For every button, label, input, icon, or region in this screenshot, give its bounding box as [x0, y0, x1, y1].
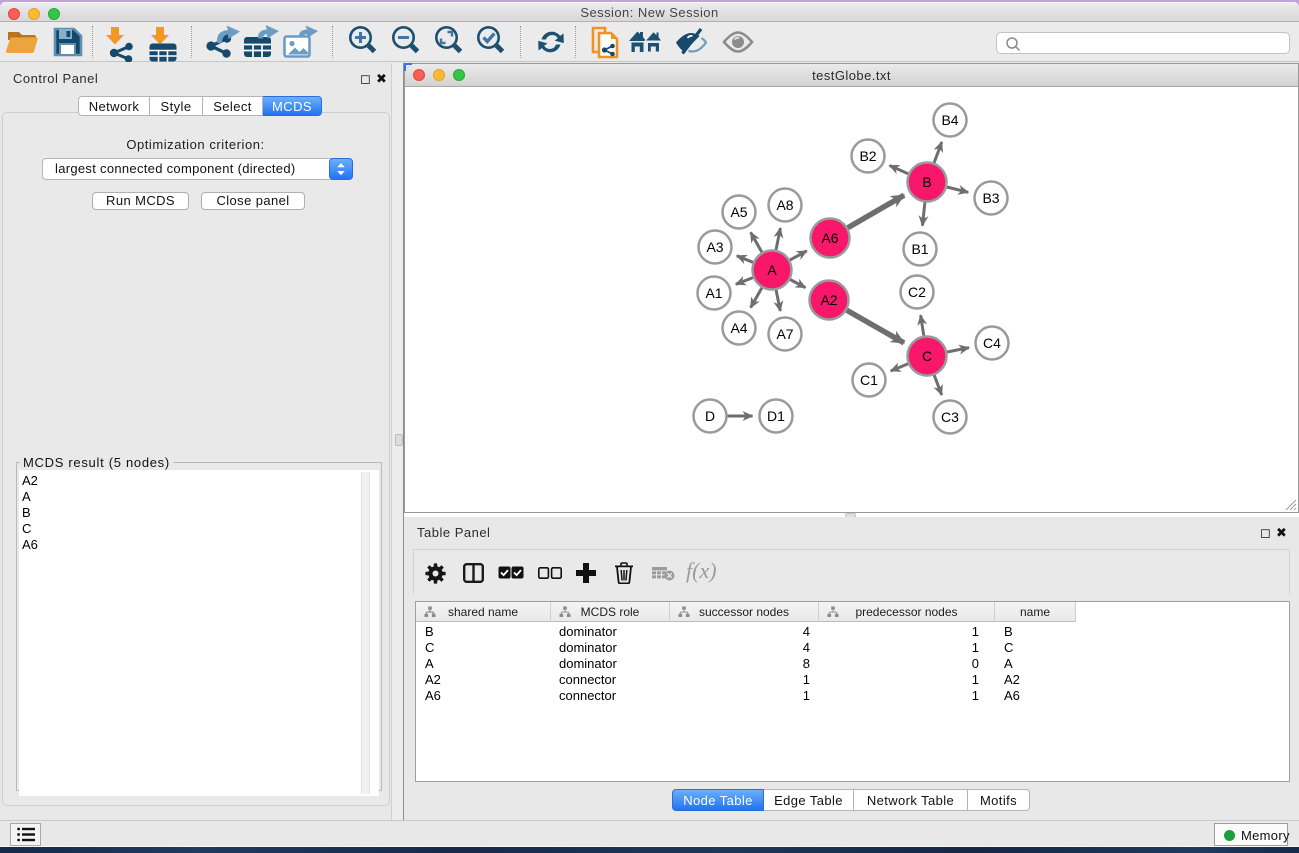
svg-text:A7: A7	[776, 326, 793, 342]
svg-text:B: B	[922, 174, 931, 190]
svg-text:B2: B2	[859, 148, 876, 164]
svg-text:A6: A6	[821, 230, 838, 246]
svg-text:A4: A4	[730, 320, 747, 336]
svg-text:C4: C4	[983, 335, 1001, 351]
svg-text:B3: B3	[982, 190, 999, 206]
svg-text:A1: A1	[705, 285, 722, 301]
svg-text:B1: B1	[911, 241, 928, 257]
svg-text:C2: C2	[908, 284, 926, 300]
svg-text:A8: A8	[776, 197, 793, 213]
svg-text:C1: C1	[860, 372, 878, 388]
svg-text:C3: C3	[941, 409, 959, 425]
svg-text:D: D	[705, 408, 715, 424]
svg-text:A5: A5	[730, 204, 747, 220]
svg-text:C: C	[922, 348, 932, 364]
svg-text:A: A	[767, 262, 777, 278]
svg-text:B4: B4	[941, 112, 958, 128]
svg-text:D1: D1	[767, 408, 785, 424]
svg-text:A3: A3	[706, 239, 723, 255]
svg-text:A2: A2	[820, 292, 837, 308]
